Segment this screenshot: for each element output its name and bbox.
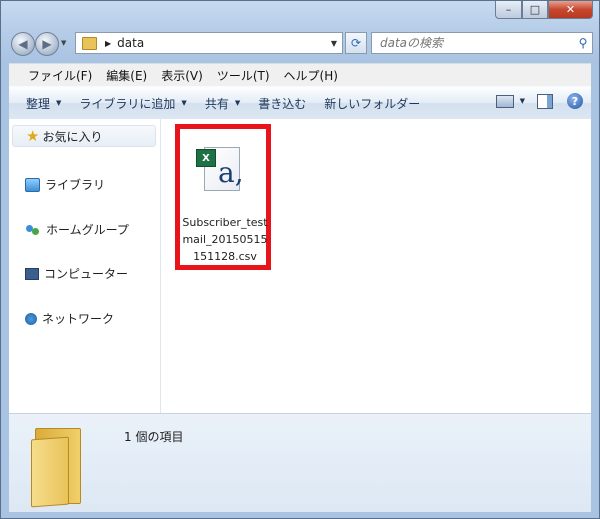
organize-label: 整理 (26, 96, 51, 111)
breadcrumb-chevron-icon[interactable]: ▶ (105, 39, 111, 48)
nav-label-libraries: ライブラリ (45, 178, 106, 192)
refresh-button[interactable]: ⟳ (345, 32, 367, 54)
caption-buttons: – □ ✕ (495, 1, 593, 19)
command-bar: 整理 ▼ ライブラリに追加 ▼ 共有 ▼ 書き込む 新しいフォルダー ▼ ? (9, 86, 591, 120)
maximize-button[interactable]: □ (522, 1, 548, 19)
search-box[interactable]: ⚲ (371, 32, 593, 54)
network-icon (25, 312, 37, 325)
view-options-dropdown-icon[interactable]: ▼ (520, 97, 525, 105)
address-bar[interactable]: ▶ data ▼ (75, 32, 343, 54)
change-view-icon[interactable] (495, 94, 514, 108)
recent-pages-dropdown[interactable]: ▼ (61, 39, 66, 47)
nav-item-network[interactable]: ネットワーク (25, 310, 114, 327)
folder-icon (31, 428, 97, 508)
homegroup-icon (25, 222, 41, 238)
search-input[interactable] (372, 35, 574, 51)
close-button[interactable]: ✕ (548, 1, 593, 19)
burn-button[interactable]: 書き込む (249, 95, 315, 112)
menu-bar: ファイル(F) 編集(E) 表示(V) ツール(T) ヘルプ(H) (9, 63, 591, 86)
menu-file[interactable]: ファイル(F) (21, 67, 99, 84)
address-row: ◀ ▶ ▼ ▶ data ▼ ⟳ ⚲ (9, 31, 593, 57)
chevron-down-icon: ▼ (181, 99, 187, 107)
menu-view[interactable]: 表示(V) (154, 67, 210, 84)
nav-item-computer[interactable]: コンピューター (25, 265, 128, 282)
minimize-button[interactable]: – (495, 1, 522, 19)
explorer-window: – □ ✕ ◀ ▶ ▼ ▶ data ▼ ⟳ ⚲ ファイル(F) 編集(E) 表… (0, 0, 600, 519)
chevron-down-icon: ▼ (234, 99, 241, 107)
add-to-library-button[interactable]: ライブラリに追加 ▼ (70, 95, 195, 112)
nav-label-favorites: お気に入り (42, 129, 103, 144)
nav-label-computer: コンピューター (44, 267, 129, 281)
breadcrumb-data[interactable]: data (117, 36, 326, 50)
file-list: a, X Subscriber_testmail_20150515151128.… (161, 119, 591, 413)
back-button[interactable]: ◀ (11, 32, 35, 56)
chevron-down-icon: ▼ (56, 99, 62, 107)
folder-icon (82, 36, 97, 50)
menu-tools[interactable]: ツール(T) (210, 67, 277, 84)
nav-label-homegroup: ホームグループ (46, 223, 129, 237)
forward-arrow-icon: ▶ (42, 37, 52, 51)
share-button[interactable]: 共有 ▼ (196, 95, 249, 112)
add-to-library-label: ライブラリに追加 (79, 96, 176, 111)
item-count: 1 個の項目 (124, 430, 184, 444)
menu-help[interactable]: ヘルプ(H) (277, 67, 345, 84)
excel-icon: X (196, 149, 216, 167)
nav-item-libraries[interactable]: ライブラリ (25, 176, 105, 193)
preview-pane-icon[interactable] (537, 93, 553, 109)
library-icon (25, 177, 40, 192)
main-area: ★ お気に入り ライブラリ ホームグループ コンピューター ネットワーク a, … (9, 119, 591, 413)
new-folder-button[interactable]: 新しいフォルダー (315, 95, 429, 112)
share-label: 共有 (204, 96, 229, 111)
menu-edit[interactable]: 編集(E) (99, 67, 154, 84)
nav-label-network: ネットワーク (42, 312, 115, 326)
computer-icon (25, 267, 39, 280)
burn-label: 書き込む (258, 96, 307, 111)
refresh-icon: ⟳ (350, 36, 362, 50)
navigation-pane: ★ お気に入り ライブラリ ホームグループ コンピューター ネットワーク (9, 119, 161, 413)
nav-item-homegroup[interactable]: ホームグループ (25, 221, 129, 238)
search-icon[interactable]: ⚲ (574, 36, 592, 50)
file-name[interactable]: Subscriber_testmail_20150515151128.csv (179, 214, 271, 265)
forward-button[interactable]: ▶ (35, 32, 59, 56)
organize-button[interactable]: 整理 ▼ (17, 95, 70, 112)
star-icon: ★ (26, 127, 40, 145)
help-icon[interactable]: ? (567, 93, 583, 109)
back-arrow-icon: ◀ (18, 37, 28, 51)
csv-file-icon[interactable]: a, X (196, 147, 244, 191)
address-dropdown-icon[interactable]: ▼ (326, 39, 342, 48)
new-folder-label: 新しいフォルダー (324, 96, 421, 111)
details-pane: 1 個の項目 (9, 413, 591, 512)
nav-item-favorites[interactable]: ★ お気に入り (12, 125, 156, 147)
view-controls: ▼ ? (495, 93, 583, 109)
